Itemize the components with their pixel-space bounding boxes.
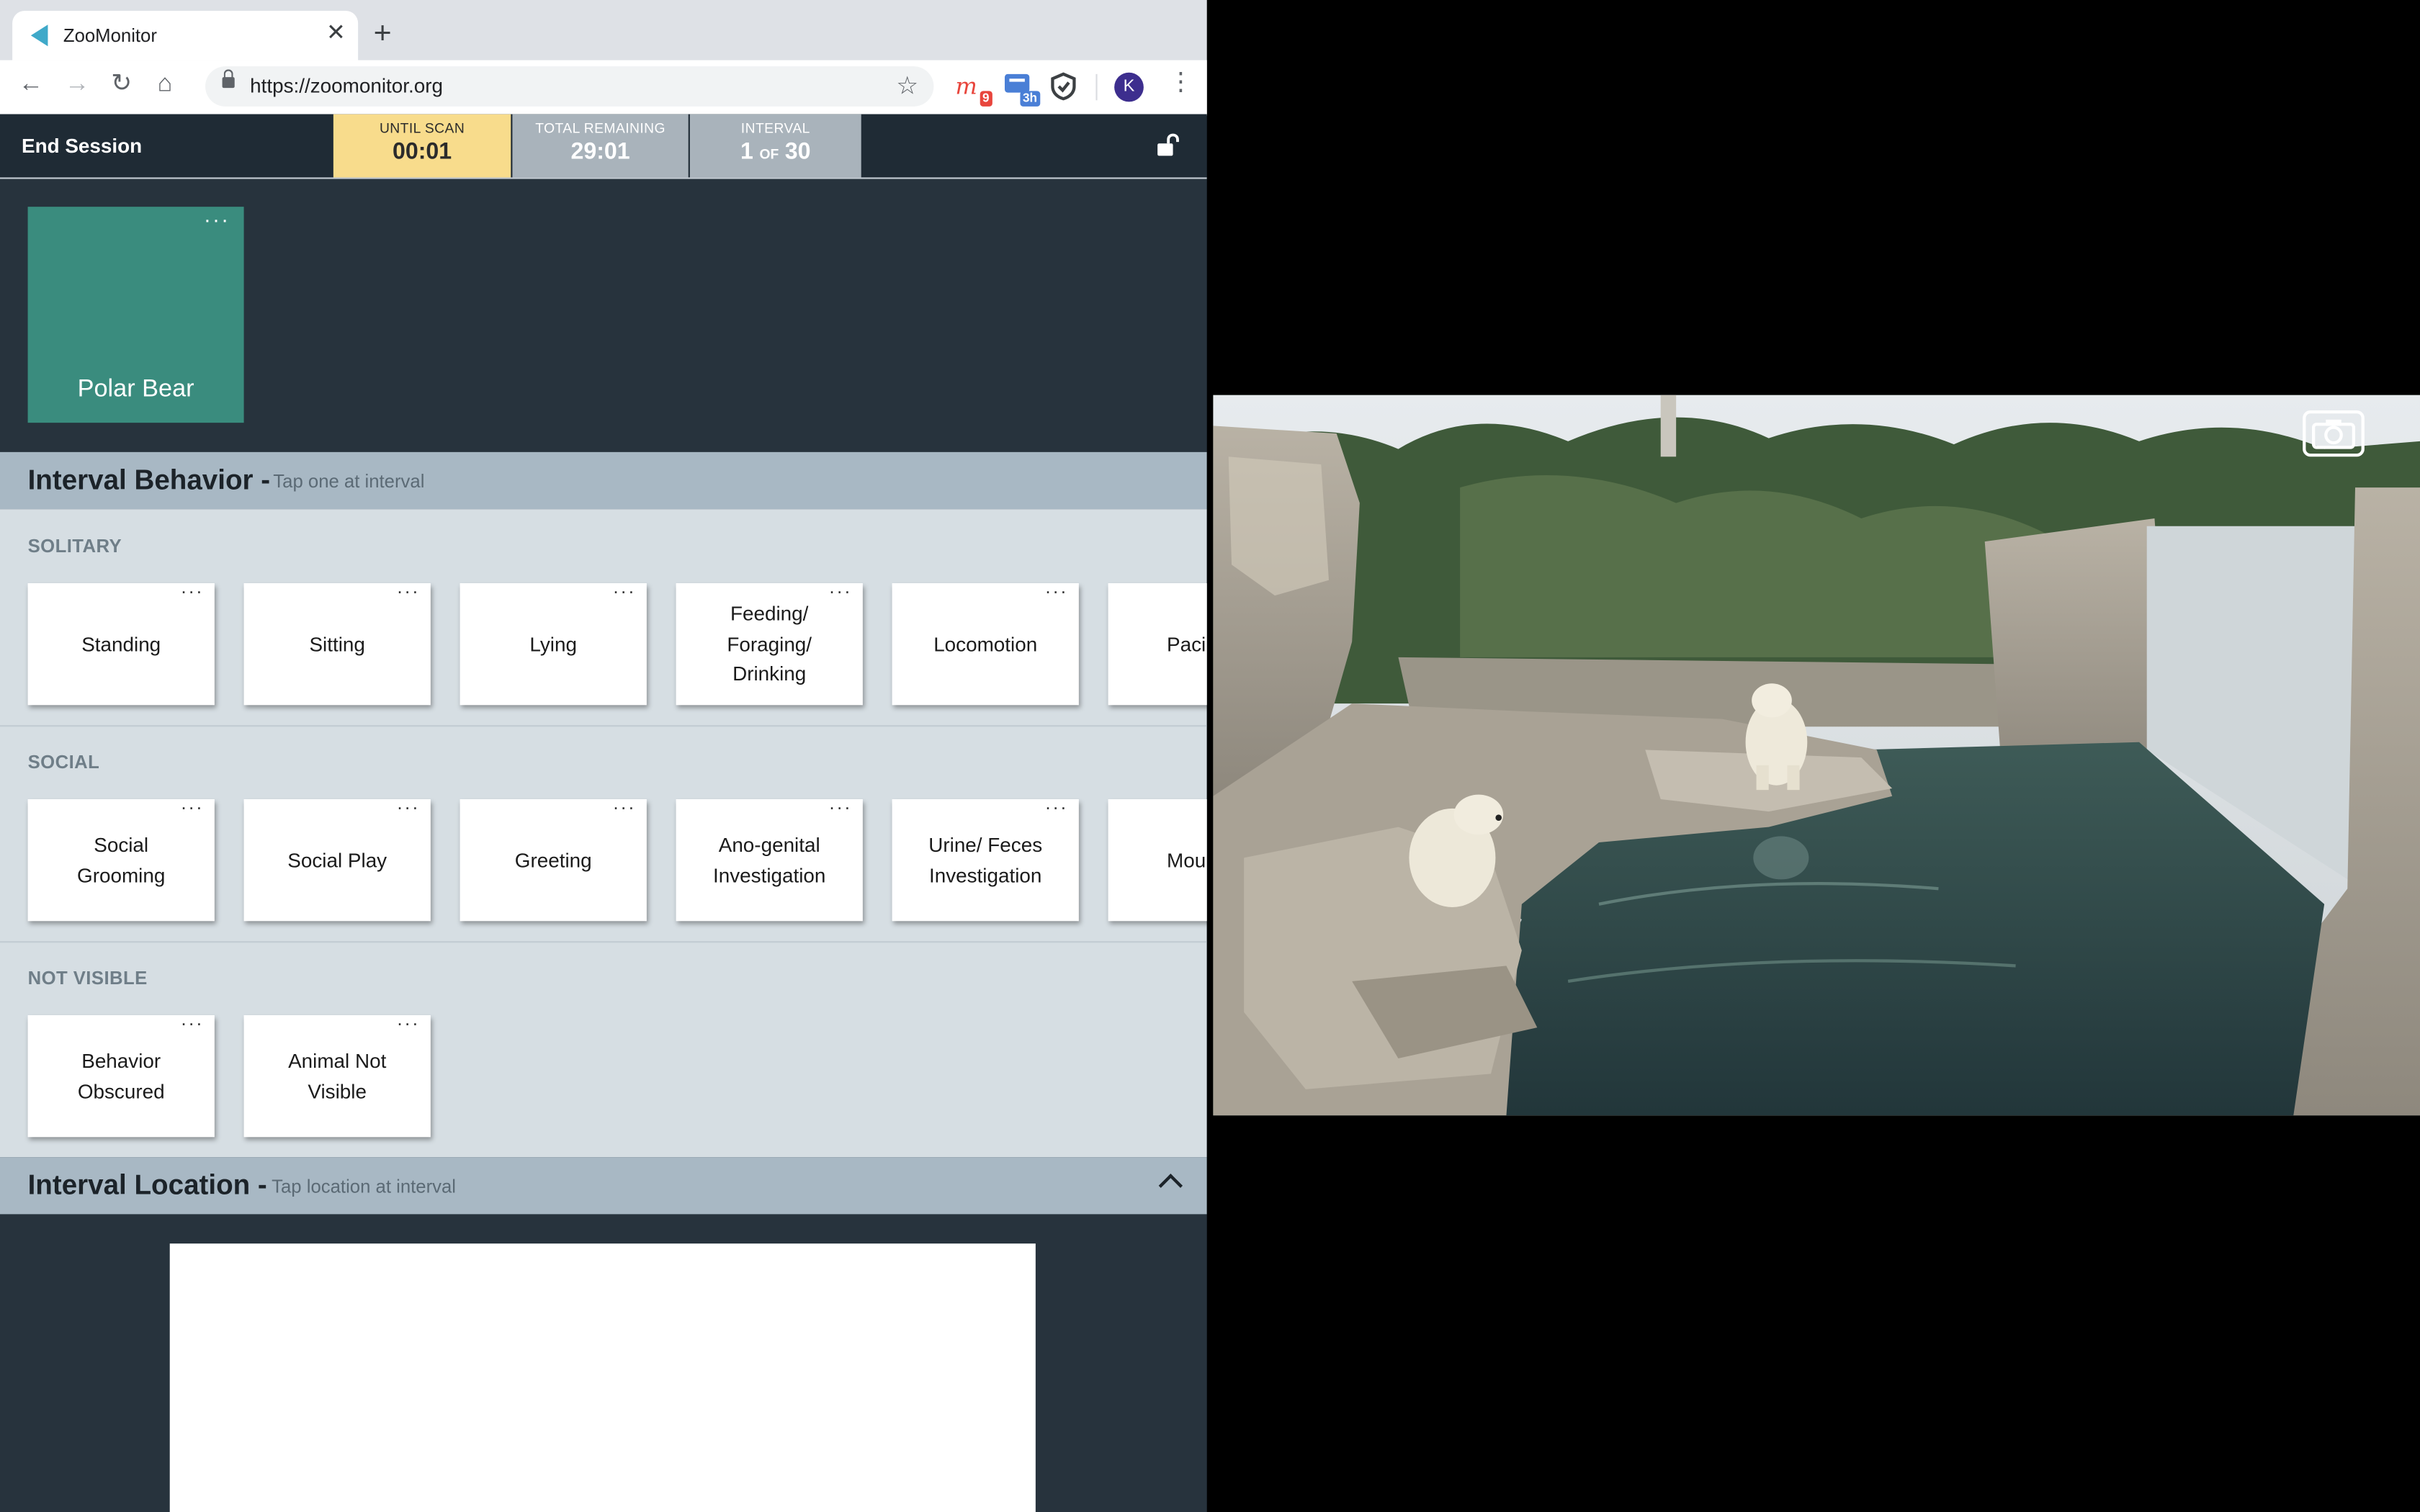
home-icon[interactable]: ⌂ [158, 69, 173, 100]
snapshot-camera-button[interactable] [2303, 410, 2365, 457]
behavior-label: Ano-genital Investigation [712, 833, 826, 887]
interval-behavior-header: Interval Behavior - Tap one at interval [0, 451, 1207, 510]
browser-menu-icon[interactable]: ⋮ [1168, 68, 1193, 99]
location-area [0, 1214, 1207, 1512]
behavior-label: Urine/ Feces Investigation [928, 833, 1043, 887]
group-label-not-visible: NOT VISIBLE [27, 967, 148, 989]
behavior-label: Sitting [309, 632, 365, 656]
behavior-card-ano-genital[interactable]: ··· Ano-genital Investigation [676, 796, 863, 922]
m-extension-badge: 9 [979, 91, 992, 107]
interval-behavior-hint: Tap one at interval [273, 470, 425, 492]
session-bar: End Session UNTIL SCAN 00:01 TOTAL REMAI… [0, 114, 1207, 179]
total-remaining-timer: TOTAL REMAINING 29:01 [512, 114, 689, 178]
interval-label: INTERVAL [740, 120, 810, 136]
subject-card-polar-bear[interactable]: ··· Polar Bear [27, 207, 244, 423]
interval-location-hint: Tap location at interval [272, 1175, 457, 1197]
url-text: https://zoomonitor.org [250, 73, 444, 97]
behavior-list: SOLITARY ··· Standing ··· Sitting ··· Lying… [0, 509, 1207, 1158]
subject-area: ··· Polar Bear [0, 179, 1207, 452]
lock-icon [222, 69, 235, 89]
total-remaining-label: TOTAL REMAINING [535, 120, 666, 136]
until-scan-value: 00:01 [392, 138, 452, 166]
behavior-label: Social Grooming [77, 833, 166, 887]
behavior-card-mounting[interactable]: Mounting [1108, 799, 1207, 922]
interval-value: 1 OF 30 [690, 139, 861, 165]
bookmark-star-icon[interactable]: ☆ [896, 71, 918, 102]
polar-bear-enclosure-image [1213, 395, 2420, 1116]
browser-toolbar: ← → ↻ ⌂ https://zoomonitor.org ☆ m 9 3h … [0, 60, 1207, 116]
group-label-social: SOCIAL [27, 751, 100, 773]
address-bar[interactable]: https://zoomonitor.org ☆ [205, 66, 934, 107]
shield-extension-icon[interactable] [1047, 69, 1080, 103]
camera-icon [2311, 419, 2355, 449]
browser-tab[interactable]: ZooMonitor ✕ [12, 11, 359, 60]
new-tab-icon[interactable]: + [374, 15, 392, 52]
chat-extension-icon[interactable]: 3h [1002, 69, 1041, 107]
behavior-label: Standing [81, 632, 161, 656]
behavior-card-behavior-obscured[interactable]: ··· Behavior Obscured [27, 1012, 215, 1138]
behavior-card-social-play[interactable]: ··· Social Play [243, 796, 431, 922]
group-divider [0, 941, 1207, 943]
back-icon[interactable]: ← [19, 69, 43, 100]
interval-of: OF [759, 146, 779, 162]
behavior-card-locomotion[interactable]: ··· Locomotion [892, 580, 1079, 706]
behavior-label: Locomotion [933, 632, 1038, 656]
behavior-card-urine-feces[interactable]: ··· Urine/ Feces Investigation [892, 796, 1079, 922]
interval-location-header: Interval Location - Tap location at inte… [0, 1157, 1207, 1215]
interval-behavior-title: Interval Behavior - [27, 464, 271, 495]
interval-current: 1 [740, 138, 753, 166]
behavior-label: Social Play [287, 848, 387, 872]
end-session-button[interactable]: End Session [22, 134, 142, 157]
until-scan-timer: UNTIL SCAN 00:01 [333, 114, 511, 178]
behavior-label: Animal Not Visible [288, 1049, 387, 1103]
subject-name: Polar Bear [77, 376, 194, 403]
chat-extension-badge: 3h [1019, 91, 1041, 107]
zoomonitor-favicon-icon [30, 24, 48, 47]
collapse-chevron-icon[interactable] [1158, 1174, 1183, 1198]
live-video-feed[interactable] [1213, 395, 2420, 1116]
group-divider [0, 725, 1207, 727]
behavior-card-feeding[interactable]: ··· Feeding/ Foraging/ Drinking [676, 580, 863, 706]
svg-text:m: m [955, 73, 977, 100]
interval-counter: INTERVAL 1 OF 30 [689, 114, 861, 178]
location-map[interactable] [169, 1243, 1036, 1512]
group-label-solitary: SOLITARY [27, 535, 122, 557]
unlock-icon[interactable] [1156, 132, 1180, 157]
reload-icon[interactable]: ↻ [111, 69, 132, 100]
behavior-card-lying[interactable]: ··· Lying [460, 580, 647, 706]
profile-avatar[interactable]: K [1114, 72, 1144, 102]
tab-close-icon[interactable]: ✕ [326, 21, 346, 46]
browser-chrome: ZooMonitor ✕ + ← → ↻ ⌂ https://zoomonito… [0, 0, 1207, 116]
interval-location-title: Interval Location - [27, 1169, 267, 1201]
behavior-card-social-grooming[interactable]: ··· Social Grooming [27, 796, 215, 922]
behavior-card-animal-not-visible[interactable]: ··· Animal Not Visible [243, 1012, 431, 1138]
total-remaining-value: 29:01 [570, 138, 630, 166]
toolbar-divider [1095, 73, 1098, 101]
tab-title: ZooMonitor [63, 24, 157, 47]
until-scan-label: UNTIL SCAN [379, 120, 465, 136]
behavior-label: Feeding/ Foraging/ Drinking [727, 602, 812, 685]
forward-icon[interactable]: → [65, 69, 89, 100]
behavior-label: Lying [529, 632, 577, 656]
m-extension-icon[interactable]: m 9 [954, 69, 992, 107]
behavior-label: Greeting [514, 848, 592, 872]
behavior-card-greeting[interactable]: ··· Greeting [460, 796, 647, 922]
behavior-label: Behavior Obscured [77, 1049, 165, 1103]
interval-total: 30 [784, 138, 811, 166]
behavior-label: Pacing [1167, 632, 1207, 656]
behavior-label: Mounting [1167, 848, 1207, 872]
subject-menu-icon[interactable]: ··· [204, 207, 230, 231]
behavior-card-pacing[interactable]: Pacing [1108, 583, 1207, 706]
zoomonitor-app: End Session UNTIL SCAN 00:01 TOTAL REMAI… [0, 114, 1207, 1512]
behavior-card-standing[interactable]: ··· Standing [27, 580, 215, 706]
behavior-card-sitting[interactable]: ··· Sitting [243, 580, 431, 706]
